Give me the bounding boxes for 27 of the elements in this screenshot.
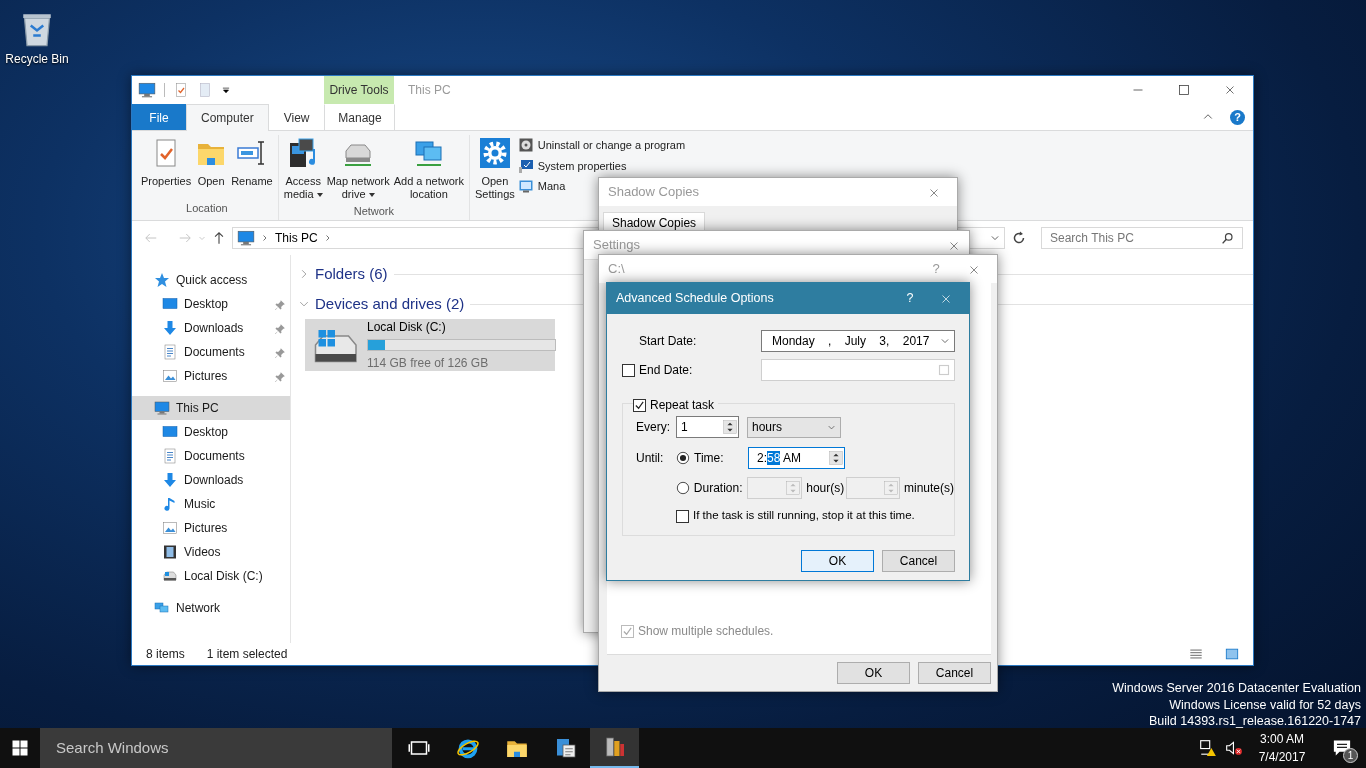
status-text: 8 items [146, 646, 185, 663]
unit-label: minute(s) [902, 480, 954, 497]
dialog-title: Settings [593, 236, 640, 255]
drive-free-space: 114 GB free of 126 GB [367, 355, 490, 372]
group-label: Location [185, 200, 229, 216]
context-tab-header: Drive Tools [324, 76, 394, 104]
unit-label: hour(s) [805, 480, 846, 497]
radio-label: Time: [694, 450, 724, 467]
checkbox-label: Repeat task [650, 397, 715, 414]
group-label: Network [352, 204, 396, 219]
radio-label: Duration: [693, 480, 743, 497]
notification-count: 1 [1343, 748, 1358, 763]
drive-name: Local Disk (C:) [367, 319, 447, 336]
checkbox-label: If the task is still running, stop it at this time. [693, 508, 915, 524]
watermark-line: Windows License valid for 52 days [1168, 696, 1361, 713]
watermark-line: Windows Server 2016 Datacenter Evaluation [1112, 680, 1361, 697]
field-label: Until: [636, 450, 665, 467]
field-label: Start Date: [638, 333, 698, 350]
window-title: This PC [408, 82, 451, 99]
status-text: 1 item selected [206, 646, 288, 663]
dialog-title: C:\ [608, 260, 625, 279]
checkbox-label: End Date: [639, 362, 693, 379]
dialog-title: Advanced Schedule Options [616, 290, 774, 308]
dialog-title: Shadow Copies [608, 183, 700, 202]
watermark-line: Build 14393.rs1_release.161220-1747 [1148, 713, 1361, 730]
field-label: Every: [636, 419, 671, 436]
checkbox-label: Show multiple schedules. [638, 623, 774, 640]
